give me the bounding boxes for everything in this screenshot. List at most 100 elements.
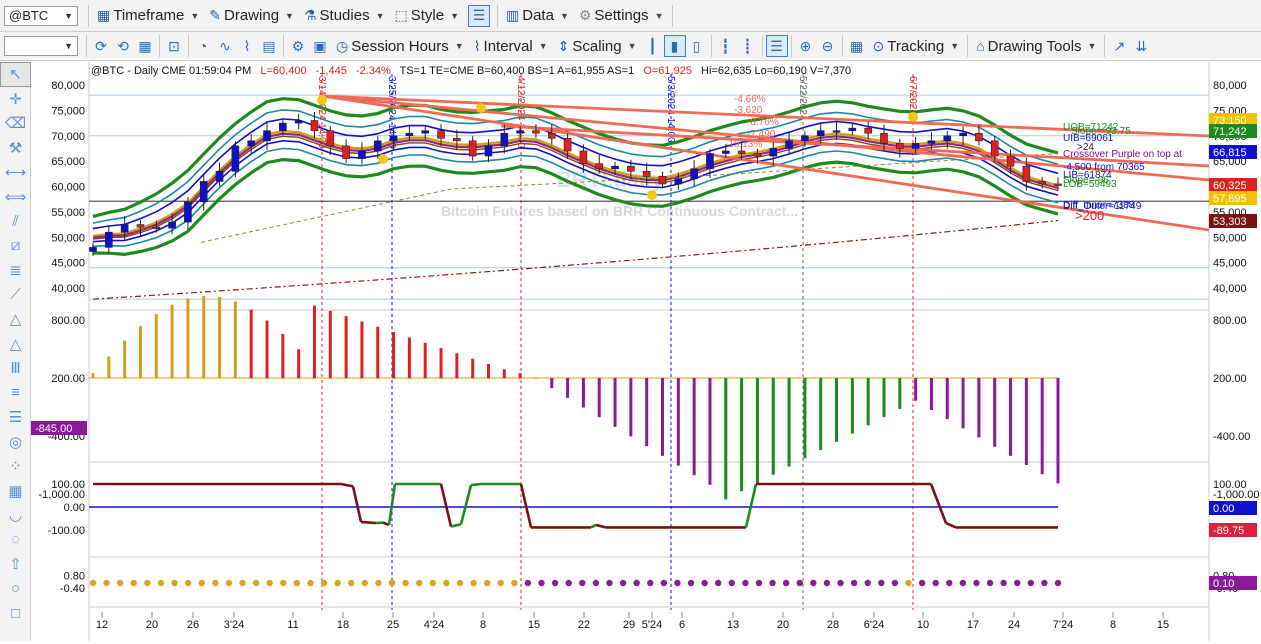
candle-body [1007,156,1014,166]
style-button[interactable]: ⬚Style▼ [390,4,465,28]
osc3-dot [769,580,775,586]
histogram-bar [740,378,743,491]
candle-body [169,222,176,228]
overlay-icon[interactable]: ⌇ [236,35,258,57]
interval-button[interactable]: ⌇Interval▼ [469,34,553,58]
header-change: -1,445 [316,65,347,77]
price-axis-left-label: 60,000 [51,182,85,194]
spiral-tool-icon[interactable]: ◎ [0,430,31,455]
trendline-tool-icon[interactable]: ⟋ [0,283,31,308]
separator [188,35,189,57]
grid-tool-icon[interactable]: ▦ [0,479,31,504]
candle-body [422,131,429,134]
zoom-chart-icon[interactable]: ⊡ [163,35,185,57]
timeframe-button[interactable]: ▦Timeframe▼ [92,4,204,28]
ellipse-tool-icon[interactable]: ◌ [0,528,31,553]
candle-body [469,141,476,156]
zoom-out-icon[interactable]: ⊖ [817,35,839,57]
candle-body [358,151,365,159]
calendar-grid-icon[interactable]: ▦ [846,35,868,57]
dots-tool-icon[interactable]: ⁘ [0,454,31,479]
price-axis-left-label: 40,000 [51,283,85,295]
refresh-all-icon[interactable]: ⟲ [112,35,134,57]
volume-bars-icon[interactable]: ┇ [715,35,737,57]
horizontal-line-tool-icon[interactable]: ⟷ [0,160,31,185]
quote-icon[interactable]: ▤ [258,35,280,57]
data-button[interactable]: ▥Data▼ [501,4,574,28]
drawing-button[interactable]: ✎Drawing▼ [204,4,299,28]
channel-tool-icon[interactable]: ⫽ [0,209,31,234]
format-icon[interactable]: ▣ [309,35,331,57]
zoom-in-icon[interactable]: ⊕ [795,35,817,57]
x-axis-label: 7'24 [1053,619,1073,631]
candlestick-icon[interactable]: ▮ [664,35,686,57]
trend-icon[interactable]: ↗ [1108,35,1130,57]
scaling-button[interactable]: ⇕Scaling▼ [553,34,642,58]
chevron-down-icon: ▼ [376,11,385,21]
osc3-dot [334,580,340,586]
eraser-tool-icon[interactable]: ⌫ [0,111,31,136]
chevron-down-icon: ▼ [950,41,959,51]
candle-body [311,121,318,131]
cursor-tool-icon[interactable]: ↖ [0,62,31,87]
parallel-lines-tool-icon[interactable]: ⧄ [0,234,31,259]
candle-body [627,166,634,171]
study-annotation: LOB=59493 [1063,179,1117,190]
osc3-dot [919,580,925,586]
candle-body [975,133,982,141]
drawing-label: Drawing [224,7,279,24]
histogram-bar [281,334,284,379]
symbol-value: @BTC [9,8,48,23]
candle-body [374,141,381,151]
osc3-dot [1000,580,1006,586]
candle-body [406,133,413,136]
candle-body [786,141,793,149]
equals-tool-icon[interactable]: ≡ [0,381,31,406]
arrow-up-tool-icon[interactable]: ⇧ [0,552,31,577]
tracking-button[interactable]: ⊙Tracking▼ [868,34,965,58]
symbol-combo[interactable]: @BTC ▼ [4,6,78,26]
x-axis-label: 17 [967,619,979,631]
more-tools-icon[interactable]: ⇊ [1130,35,1152,57]
rectangle-tool-icon[interactable]: □ [0,601,31,626]
chart-area[interactable]: BRTI.daily Bitcoin Futures based on BRR … [31,62,1261,641]
list-tool-icon[interactable]: ☰ [0,405,31,430]
price-axis-right-label: 40,000 [1213,283,1247,295]
circle-tool-icon[interactable]: ○ [0,577,31,602]
refresh-icon[interactable]: ⟳ [90,35,112,57]
separator [88,5,89,27]
wrench-tool-icon[interactable]: ⚒ [0,136,31,161]
fibonacci-tool-icon[interactable]: ≣ [0,258,31,283]
osc3-dot [824,580,830,586]
triangle-outline-tool-icon[interactable]: △ [0,332,31,357]
candle-body [184,202,191,222]
grid-icon[interactable]: ▦ [134,35,156,57]
bar-chart-icon[interactable]: ┃ [642,35,664,57]
layout-toggle-icon[interactable]: ☰ [468,5,490,27]
session-hours-button[interactable]: ◷Session Hours▼ [331,34,469,58]
osc3-dot [810,580,816,586]
studies-button[interactable]: ⚗Studies▼ [299,4,390,28]
market-depth-icon[interactable]: ┋ [737,35,759,57]
layout-icon[interactable]: ☰ [766,35,788,57]
gauge-icon[interactable]: ◔ [192,35,214,57]
crosshair-tool-icon[interactable]: ✛ [0,87,31,112]
triangle-tool-icon[interactable]: △ [0,307,31,332]
osc3-dot [131,580,137,586]
study-annotation: Crossover Purple on top at [1063,149,1182,160]
settings-button[interactable]: ⚙Settings▼ [574,4,669,28]
bars-tool-icon[interactable]: Ⅲ [0,356,31,381]
indicator-icon[interactable]: ∿ [214,35,236,57]
candle-body [200,181,207,201]
arc-tool-icon[interactable]: ◡ [0,503,31,528]
candle-body [390,136,397,141]
chart-combo[interactable]: ▼ [4,36,78,56]
vertical-line-tool-icon[interactable]: ⟺ [0,185,31,210]
drawing-tools-button[interactable]: ⌂Drawing Tools▼ [971,34,1101,58]
hollow-candle-icon[interactable]: ▯ [686,35,708,57]
candle-body [754,154,761,157]
histogram-bar [1057,378,1060,483]
osc3-dot [430,580,436,586]
properties-icon[interactable]: ⚙ [287,35,309,57]
histogram-bar [835,378,838,442]
